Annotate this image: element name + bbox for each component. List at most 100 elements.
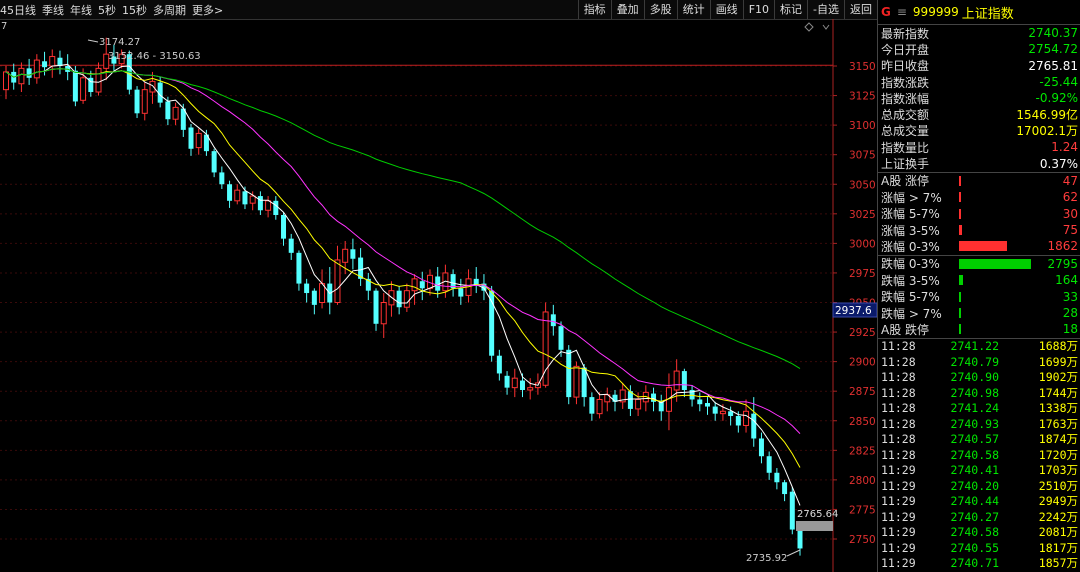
distribution-row: 涨幅 3-5% 75 [878, 222, 1080, 238]
distribution-count: 30 [1062, 206, 1078, 221]
tick-row: 11:28 2740.58 1720万 [878, 447, 1080, 463]
draw-line-button[interactable]: 画线 [709, 0, 743, 19]
tick-row: 11:28 2740.98 1744万 [878, 385, 1080, 401]
candle-body [735, 416, 741, 426]
period-quarter-button[interactable]: 季线 [42, 2, 70, 18]
tick-row: 11:28 2740.57 1874万 [878, 432, 1080, 448]
prev-close-marker [796, 521, 833, 531]
distribution-bar [959, 208, 961, 219]
tick-price: 2740.98 [950, 385, 999, 400]
tick-volume: 1817万 [1038, 540, 1078, 555]
candle-body [673, 370, 680, 391]
period-15sec-button[interactable]: 15秒 [122, 2, 153, 18]
price-tick-label: 2925 [849, 327, 876, 339]
candle-body [33, 59, 40, 79]
quote-panel: G ≡ 999999 上证指数 最新指数 2740.37 今日开盘 2754.72 昨日… [877, 0, 1080, 572]
candle-body [304, 283, 310, 294]
distribution-count: 2795 [1047, 256, 1078, 271]
tick-price: 2740.27 [950, 509, 999, 524]
distribution-bar [959, 258, 1031, 269]
candle-body [242, 191, 248, 205]
candle-body [504, 375, 510, 388]
price-tick-label: 2875 [849, 386, 876, 398]
more-button[interactable]: 更多> [192, 2, 229, 18]
candle-body [589, 397, 595, 414]
tick-time: 11:28 [881, 416, 916, 431]
candle-body [758, 438, 764, 457]
price-tick-label: 2750 [849, 534, 876, 546]
statistics-button[interactable]: 统计 [676, 0, 710, 19]
multi-stock-button[interactable]: 多股 [643, 0, 677, 19]
period-45day-button[interactable]: 45日线 [0, 2, 42, 18]
distribution-row: 跌幅 0-3% 2795 [878, 256, 1080, 272]
period-5sec-button[interactable]: 5秒 [98, 2, 122, 18]
tick-time: 11:29 [881, 478, 916, 493]
candle-body [49, 56, 56, 67]
tick-time: 11:28 [881, 432, 916, 447]
tick-volume: 2510万 [1038, 478, 1078, 493]
tick-price: 2741.22 [950, 339, 999, 354]
tick-time: 11:29 [881, 525, 916, 540]
candle-body [496, 355, 502, 374]
multi-period-button[interactable]: 多周期 [153, 2, 192, 18]
tick-volume: 1763万 [1038, 416, 1078, 431]
candle-body [681, 371, 687, 391]
back-button[interactable]: 返回 [844, 0, 877, 19]
period-year-button[interactable]: 年线 [70, 2, 98, 18]
low-annotation: 2735.92 [746, 553, 787, 564]
distribution-row: 涨幅 5-7% 30 [878, 205, 1080, 222]
candle-body [627, 391, 633, 409]
candle-body [489, 290, 495, 356]
candle-body [249, 195, 256, 204]
tick-row: 11:29 2740.71 1857万 [878, 556, 1080, 572]
candle-body [566, 349, 572, 398]
remove-watchlist-button[interactable]: -自选 [807, 0, 844, 19]
distribution-label: 涨幅 5-7% [881, 207, 940, 222]
distribution-bar [959, 225, 962, 236]
distribution-label: 涨幅 0-3% [881, 239, 940, 254]
indicator-button[interactable]: 指标 [577, 0, 611, 19]
candle-body [95, 67, 102, 93]
candle-body [265, 200, 272, 211]
distribution-count: 164 [1055, 273, 1078, 288]
candle-body [18, 67, 25, 85]
candle-body [373, 290, 379, 324]
candle-body [311, 290, 317, 305]
candle-body [188, 127, 194, 149]
tick-price: 2740.71 [950, 556, 999, 571]
overlay-button[interactable]: 叠加 [610, 0, 644, 19]
distribution-count: 1862 [1047, 239, 1078, 254]
candlestick-chart[interactable]: 7315031253100307530503025300029752950292… [0, 19, 877, 572]
stat-row: 总成交额 1546.99亿 [878, 106, 1080, 122]
candle-body [334, 259, 341, 303]
candle-body [635, 398, 642, 410]
fall-distribution: 跌幅 0-3% 2795 跌幅 3-5% 164 跌幅 5-7% 33 跌幅 > 7% 28 A… [878, 256, 1080, 339]
price-tick-label: 2775 [849, 504, 876, 516]
stat-label: 指数量比 [881, 140, 930, 155]
distribution-count: 18 [1062, 322, 1078, 337]
tick-volume: 2242万 [1038, 509, 1078, 524]
candle-body [728, 411, 734, 417]
chart-toolbar: 45日线 季线 年线 5秒 15秒 多周期 更多> 指标 叠加 多股 统计 画线… [0, 0, 877, 20]
tick-row: 11:29 2740.44 2949万 [878, 494, 1080, 510]
candle-body [511, 377, 518, 389]
tick-time: 11:28 [881, 385, 916, 400]
stat-row: 总成交量 17002.1万 [878, 123, 1080, 139]
tick-time: 11:29 [881, 540, 916, 555]
mark-button[interactable]: 标记 [774, 0, 807, 19]
tick-price: 2740.58 [950, 525, 999, 540]
f10-button[interactable]: F10 [742, 0, 774, 19]
tick-time: 11:28 [881, 370, 916, 385]
candle-body [195, 132, 202, 149]
tick-volume: 2949万 [1038, 494, 1078, 509]
price-tick-label: 3000 [849, 238, 876, 250]
candle-body [149, 80, 156, 93]
tick-volume: 1688万 [1038, 339, 1078, 354]
stat-value: 0.37% [1039, 156, 1078, 171]
menu-icon[interactable]: ≡ [897, 5, 907, 19]
candle-body [697, 399, 703, 405]
chevron-down-icon [822, 24, 830, 30]
tick-time: 11:28 [881, 339, 916, 354]
price-tick-label: 3150 [849, 61, 876, 73]
tick-row: 11:29 2740.58 2081万 [878, 525, 1080, 541]
